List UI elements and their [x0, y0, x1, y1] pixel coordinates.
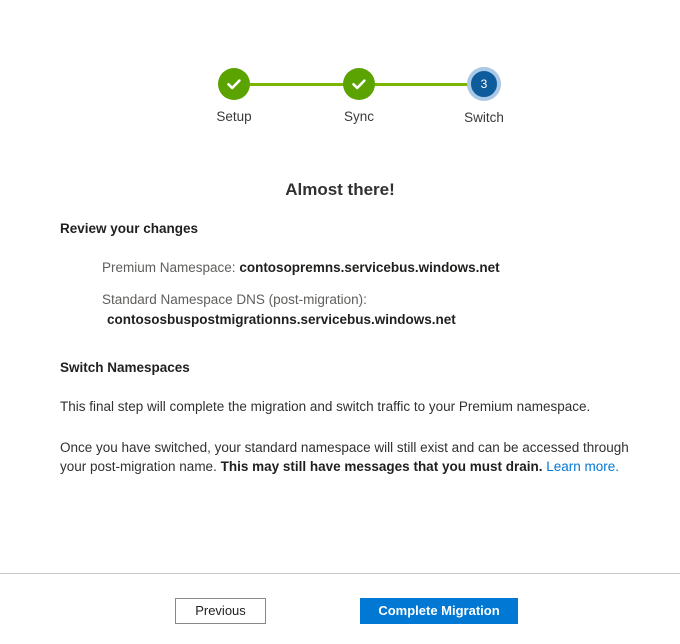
step-bubble-switch[interactable]: 3: [467, 67, 501, 101]
switch-paragraph-2: Once you have switched, your standard na…: [60, 438, 635, 476]
wizard-panel: Setup Sync 3 Switch Almost there! Review…: [0, 0, 680, 573]
wizard-stepper: Setup Sync 3 Switch: [200, 60, 510, 135]
complete-migration-button[interactable]: Complete Migration: [360, 598, 518, 624]
standard-namespace-value: contososbuspostmigrationns.servicebus.wi…: [107, 312, 456, 327]
previous-button[interactable]: Previous: [175, 598, 266, 624]
wizard-content: Review your changes Premium Namespace: c…: [60, 220, 635, 476]
learn-more-link[interactable]: Learn more.: [546, 459, 619, 474]
wizard-footer: Previous Complete Migration: [0, 574, 680, 644]
stepper-label-switch: Switch: [464, 110, 504, 125]
stepper-step-setup[interactable]: Setup: [200, 60, 268, 125]
step-number-switch: 3: [480, 77, 488, 91]
check-icon: [352, 79, 366, 90]
page-title: Almost there!: [285, 180, 395, 199]
review-changes-heading: Review your changes: [60, 221, 199, 236]
check-icon: [227, 79, 241, 90]
stepper-label-setup: Setup: [216, 109, 252, 124]
review-details-list: Premium Namespace: contosopremns.service…: [60, 259, 635, 329]
standard-namespace-row: Standard Namespace DNS (post-migration):…: [102, 291, 635, 329]
stepper-label-sync: Sync: [343, 109, 374, 124]
stepper-step-sync[interactable]: Sync: [325, 60, 393, 125]
switch-namespaces-heading: Switch Namespaces: [60, 360, 190, 375]
standard-namespace-label: Standard Namespace DNS (post-migration):: [102, 292, 367, 307]
switch-paragraph-2-bold: This may still have messages that you mu…: [220, 459, 543, 474]
step-bubble-setup[interactable]: [218, 68, 250, 100]
switch-paragraph-1: This final step will complete the migrat…: [60, 399, 591, 414]
stepper-step-switch[interactable]: 3 Switch: [450, 60, 518, 126]
step-bubble-sync[interactable]: [343, 68, 375, 100]
premium-namespace-value: contosopremns.servicebus.windows.net: [239, 260, 500, 275]
premium-namespace-label: Premium Namespace:: [102, 260, 236, 275]
premium-namespace-row: Premium Namespace: contosopremns.service…: [102, 259, 635, 277]
